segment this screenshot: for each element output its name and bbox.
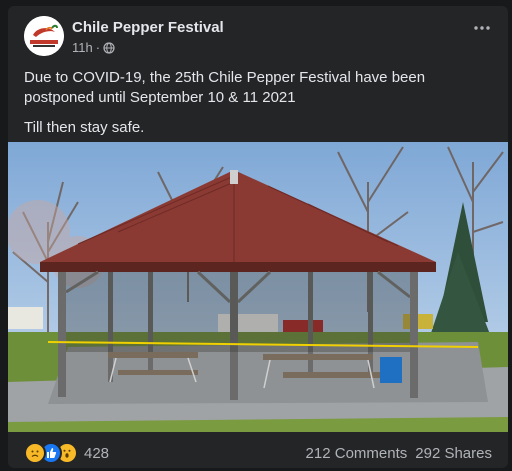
post-time[interactable]: 11h	[72, 40, 93, 55]
post-text: Due to COVID-19, the 25th Chile Pepper F…	[24, 68, 492, 148]
page-name[interactable]: Chile Pepper Festival	[72, 19, 224, 36]
sad-icon	[24, 442, 46, 464]
globe-icon	[103, 41, 115, 54]
post-photo[interactable]	[8, 142, 508, 432]
post-paragraph: Due to COVID-19, the 25th Chile Pepper F…	[24, 69, 426, 106]
page-avatar[interactable]	[24, 16, 64, 56]
post-footer: 428 212 Comments 292 Shares	[24, 442, 492, 464]
chile-pepper-logo-icon	[24, 16, 64, 56]
post-paragraph: Till then stay safe.	[24, 119, 145, 136]
comments-count[interactable]: 212 Comments	[306, 445, 408, 462]
reactions-summary[interactable]: 428	[24, 442, 109, 464]
post-meta: 11h ·	[72, 40, 115, 55]
post-card: Chile Pepper Festival 11h · Due to COVID…	[8, 6, 508, 468]
more-options-button[interactable]	[468, 20, 496, 40]
more-icon	[474, 26, 490, 30]
pavilion-photo	[8, 142, 508, 432]
post-header: Chile Pepper Festival 11h ·	[24, 16, 492, 62]
reaction-count[interactable]: 428	[84, 445, 109, 462]
shares-count[interactable]: 292 Shares	[415, 445, 492, 462]
